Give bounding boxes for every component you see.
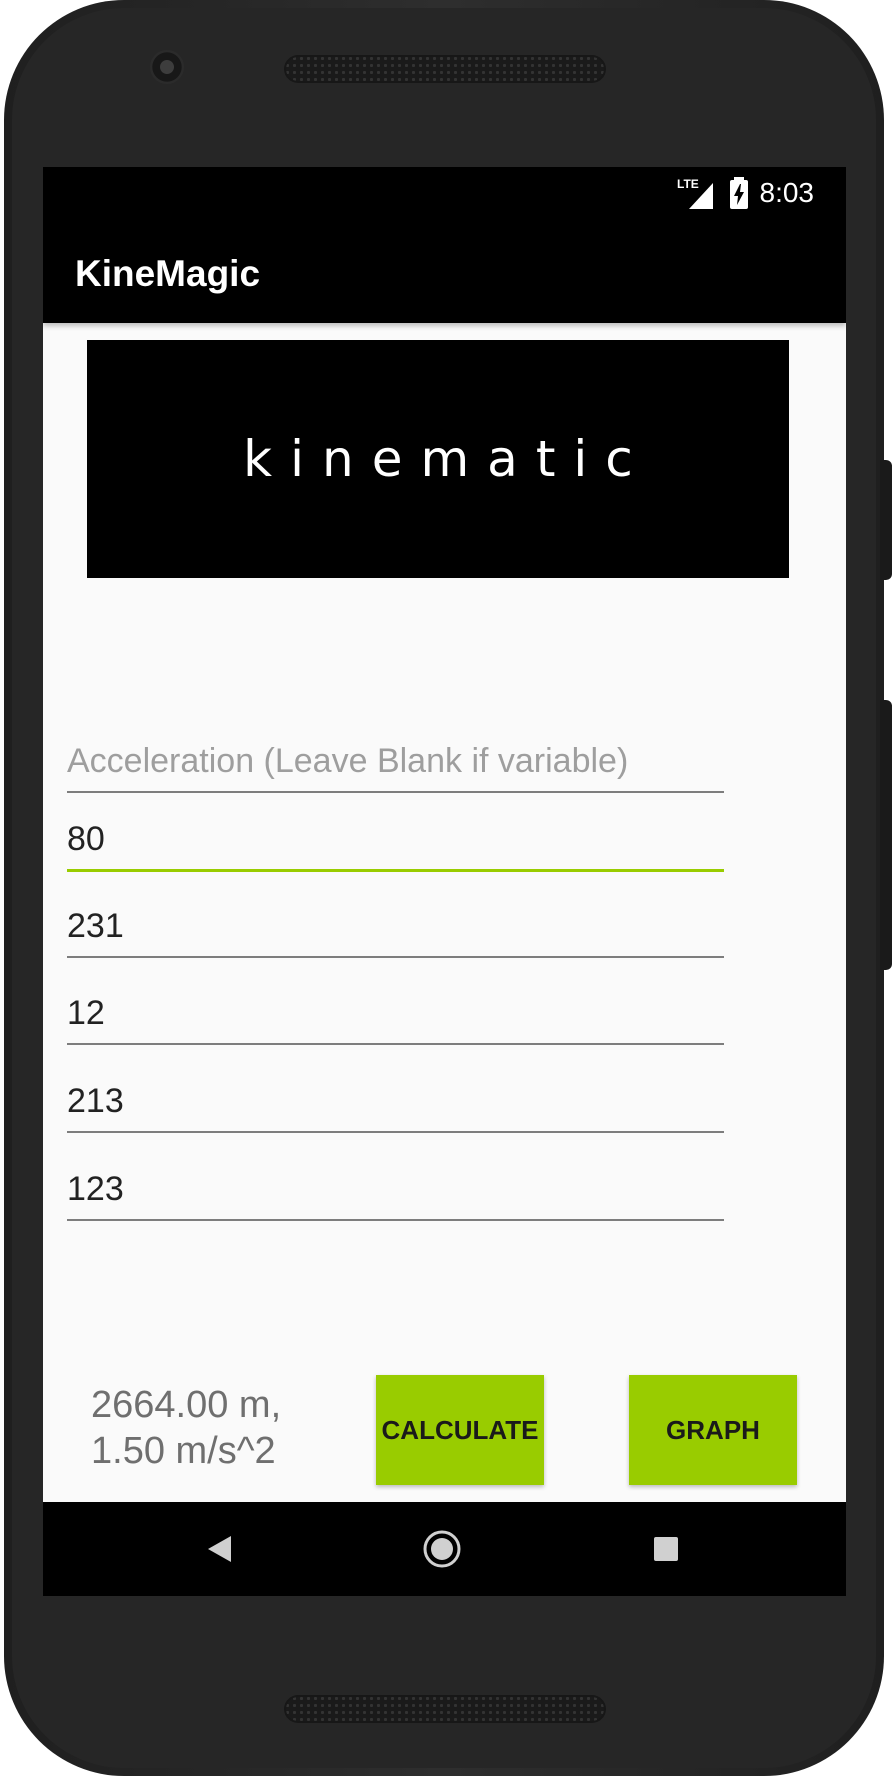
banner-text: kinematic — [243, 430, 651, 488]
back-icon[interactable] — [172, 1502, 266, 1596]
kinematic-banner: kinematic — [87, 340, 789, 578]
input-field-5[interactable] — [67, 1071, 724, 1133]
input-field-4[interactable] — [67, 983, 724, 1045]
input-field-3[interactable] — [67, 896, 724, 958]
app-title: KineMagic — [75, 253, 261, 294]
result-acceleration: 1.50 m/s^2 — [91, 1430, 276, 1472]
screen: LTE 8:03 KineMagic kinematic 2664.00 m, … — [43, 167, 846, 1596]
front-camera — [150, 50, 184, 84]
recents-icon[interactable] — [619, 1502, 713, 1596]
lte-signal-icon: LTE — [677, 177, 713, 209]
calculate-button[interactable]: CALCULATE — [376, 1375, 544, 1485]
bottom-speaker — [284, 1695, 606, 1723]
network-label: LTE — [677, 177, 699, 191]
status-time: 8:03 — [759, 177, 815, 208]
acceleration-input[interactable] — [67, 731, 724, 793]
battery-charging-icon — [730, 177, 748, 209]
home-icon[interactable] — [395, 1502, 489, 1596]
navigation-bar — [43, 1502, 846, 1596]
input-field-6[interactable] — [67, 1159, 724, 1221]
status-bar: LTE 8:03 — [43, 167, 846, 219]
result-distance: 2664.00 m, — [91, 1384, 282, 1426]
earpiece-speaker — [284, 55, 606, 83]
app-bar: KineMagic — [43, 219, 846, 323]
result-text: 2664.00 m, 1.50 m/s^2 — [91, 1382, 391, 1474]
volume-button — [880, 700, 892, 970]
graph-button[interactable]: GRAPH — [629, 1375, 797, 1485]
input-field-2[interactable] — [67, 809, 724, 872]
power-button — [880, 460, 892, 580]
